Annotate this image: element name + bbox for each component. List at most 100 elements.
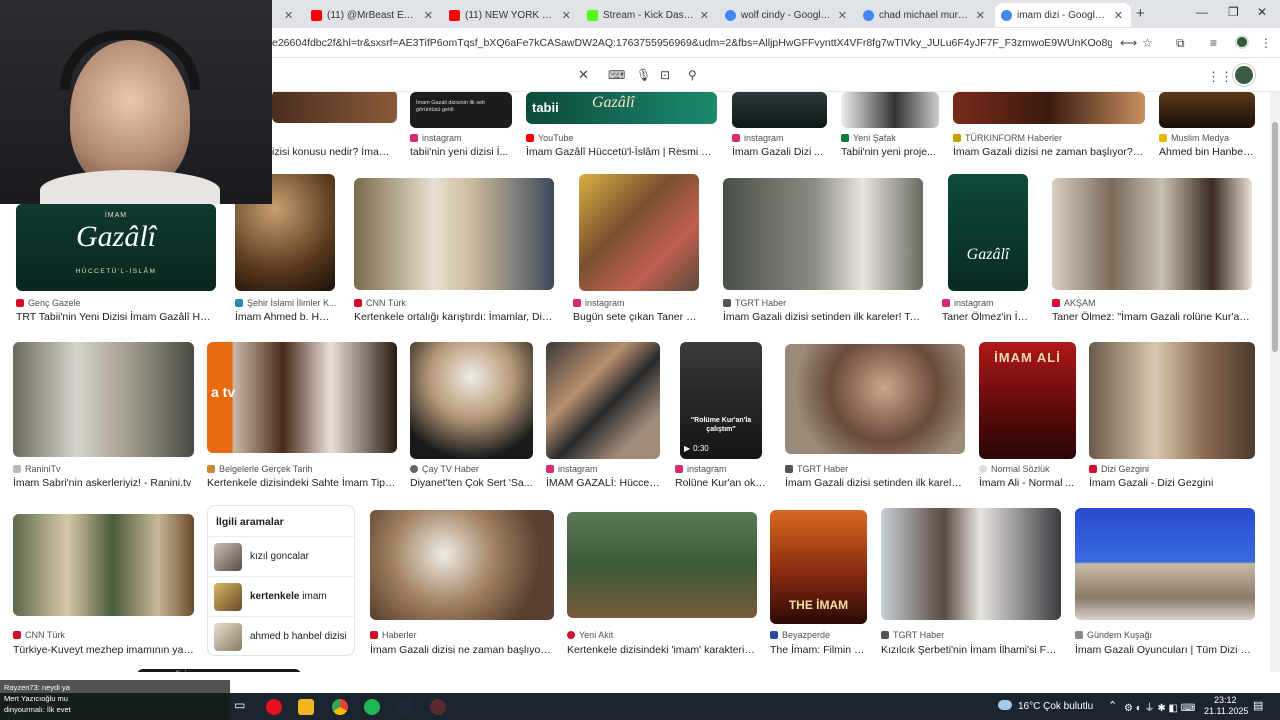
clock-time[interactable]: 23:12: [1214, 695, 1237, 705]
tab-newyork[interactable]: (11) NEW YORK VLOG. - Y ✕: [443, 3, 579, 27]
avatar[interactable]: [1233, 64, 1255, 86]
image-result[interactable]: Dizi Gezgini İmam Gazali - Dizi Gezgini: [1089, 342, 1255, 492]
result-title[interactable]: Taner Ölmez: "İmam Gazali rolüne Kur'an-…: [1052, 311, 1252, 323]
result-thumbnail[interactable]: [953, 92, 1145, 124]
result-title[interactable]: İmam Sabri'nin askerleriyiz! - Ranini.tv: [13, 477, 194, 489]
result-title[interactable]: İmam Gazâlî Hüccetü'l-İslâm | Resmi Fra.…: [526, 146, 717, 158]
image-result[interactable]: TGRT Haber İmam Gazali dizisi setinden i…: [723, 174, 923, 324]
result-thumbnail[interactable]: THE İMAM: [770, 510, 867, 624]
result-title[interactable]: tabii'nin yeni dizisi İ...: [410, 146, 512, 158]
result-thumbnail[interactable]: [1089, 342, 1255, 459]
opera-icon[interactable]: [266, 699, 282, 715]
tab-chad[interactable]: chad michael murray you ✕: [857, 3, 993, 27]
result-title[interactable]: İmam Gazali dizisi ne zaman başlıyor? İ.…: [370, 644, 554, 656]
result-thumbnail[interactable]: [13, 514, 194, 616]
tab-0[interactable]: ✕: [272, 3, 302, 27]
result-thumbnail[interactable]: dizi: [137, 669, 301, 672]
result-thumbnail[interactable]: [567, 512, 757, 618]
tray-icons[interactable]: ⚙ ◐ ⏚ ✱ ◧ ⌨: [1124, 699, 1195, 714]
media-icon[interactable]: ≡: [1210, 36, 1217, 50]
result-thumbnail[interactable]: [881, 508, 1061, 620]
result-thumbnail[interactable]: [354, 178, 554, 290]
image-result[interactable]: İMAM ALİ Normal Sözlük İmam Ali - Normal…: [979, 342, 1076, 492]
result-title[interactable]: Kertenkele dizisindeki 'imam' karakterin…: [567, 644, 757, 656]
image-result[interactable]: Gündem Kuşağı İmam Gazali Oyuncuları | T…: [1075, 508, 1255, 660]
image-result[interactable]: Gazâlî instagram Taner Ölmez'in İm...: [942, 174, 1032, 324]
related-search-item[interactable]: kertenkele imam: [208, 576, 354, 616]
result-title[interactable]: İmam Gazali dizisi setinden ilk kareler!…: [723, 311, 923, 323]
result-thumbnail[interactable]: [370, 510, 554, 620]
page-scrollbar[interactable]: [1270, 92, 1280, 672]
result-title[interactable]: The İmam: Filmin k...: [770, 644, 867, 656]
image-result[interactable]: Yeni Şafak Tabii'nin yeni proje...: [841, 92, 939, 158]
clock-date[interactable]: 21.11.2025: [1204, 706, 1248, 716]
result-title[interactable]: İmam Gazali Oyuncuları | Tüm Dizi Ka...: [1075, 644, 1255, 656]
image-result[interactable]: İmam Gazali dizisinin ilk seti görüntüsü…: [410, 92, 512, 158]
close-icon[interactable]: ✕: [424, 9, 433, 22]
tray-up-icon[interactable]: ⌃: [1108, 699, 1117, 712]
obs-icon[interactable]: [430, 699, 446, 715]
tab-wolf-cindy[interactable]: wolf cindy - Google'da A ✕: [719, 3, 855, 27]
result-title[interactable]: İMAM GAZALİ: Hüccet...: [546, 477, 660, 489]
tab-mrbeast[interactable]: (11) @MrBeast EĞLENCE ✕: [305, 3, 441, 27]
camera-search-icon[interactable]: ⊡: [660, 68, 670, 82]
image-result[interactable]: THE İMAM Beyazperde The İmam: Filmin k..…: [770, 510, 867, 660]
image-result[interactable]: AKŞAM Taner Ölmez: "İmam Gazali rolüne K…: [1052, 174, 1252, 324]
url-text[interactable]: e26604fdbc2f&hl=tr&sxsrf=AE3TifP6omTqsf_…: [272, 37, 1112, 49]
file-explorer-icon[interactable]: [298, 699, 314, 715]
image-result[interactable]: instagram İMAM GAZALİ: Hüccet...: [546, 342, 660, 492]
menu-icon[interactable]: ⋮: [1260, 36, 1272, 50]
result-thumbnail[interactable]: [546, 342, 660, 459]
result-title[interactable]: İmam Ahmed b. Han...: [235, 311, 335, 323]
image-result[interactable]: Çay TV Haber Diyanet'ten Çok Sert 'Sa...: [410, 342, 533, 492]
result-thumbnail[interactable]: İmam Gazali dizisinin ilk seti görüntüsü…: [410, 92, 512, 128]
image-result[interactable]: TGRT Haber İmam Gazali dizisi setinden i…: [785, 342, 965, 492]
minimize-icon[interactable]: —: [1196, 5, 1208, 19]
close-icon[interactable]: ✕: [976, 9, 985, 22]
result-thumbnail[interactable]: [579, 174, 699, 291]
chrome-icon[interactable]: [332, 699, 348, 715]
result-thumbnail[interactable]: [410, 342, 533, 459]
steam-icon[interactable]: [397, 699, 413, 715]
image-result[interactable]: Muslim Medya Ahmed bin Hanbel ...: [1159, 92, 1255, 158]
result-thumbnail[interactable]: tabii Gazâlî: [526, 92, 717, 124]
result-title[interactable]: TRT Tabii'nin Yeni Dizisi İmam Gazâlî Hü…: [16, 311, 216, 323]
image-result[interactable]: "Rolüme Kur'an'la çalıştım" ▶ 0:30 instag…: [675, 342, 767, 492]
result-title[interactable]: Kertenkele ortalığı karıştırdı: İmamlar,…: [354, 311, 554, 323]
image-result[interactable]: tabii Gazâlî YouTube İmam Gazâlî Hüccetü…: [526, 92, 717, 158]
related-search-item[interactable]: ahmed b hanbel dizisi: [208, 616, 354, 656]
result-thumbnail[interactable]: [1159, 92, 1255, 128]
result-thumbnail[interactable]: [1052, 178, 1252, 290]
image-result[interactable]: RaniniTv İmam Sabri'nin askerleriyiz! - …: [13, 342, 194, 492]
close-icon[interactable]: ✕: [284, 9, 293, 22]
translate-icon[interactable]: ⟷: [1120, 36, 1137, 50]
result-thumbnail[interactable]: a tv: [207, 342, 397, 453]
result-thumbnail[interactable]: "Rolüme Kur'an'la çalıştım" ▶ 0:30: [680, 342, 762, 459]
close-icon[interactable]: ✕: [838, 9, 847, 22]
result-thumbnail[interactable]: [732, 92, 827, 128]
tab-kick[interactable]: Stream - Kick Dashboard ✕: [581, 3, 717, 27]
image-result[interactable]: CNN Türk Kertenkele ortalığı karıştırdı:…: [354, 174, 554, 324]
result-thumbnail[interactable]: [272, 92, 397, 123]
result-title[interactable]: Diyanet'ten Çok Sert 'Sa...: [410, 477, 533, 489]
result-title[interactable]: Türkiye-Kuveyt mezhep imamının yaş...: [13, 644, 194, 656]
image-result[interactable]: instagram İmam Gazali Dizi ...: [732, 92, 827, 158]
result-thumbnail[interactable]: [13, 342, 194, 457]
image-result[interactable]: TGRT Haber Kızılcık Şerbeti'nin İmam İlh…: [881, 508, 1061, 660]
result-title[interactable]: Tabii'nin yeni proje...: [841, 146, 939, 158]
image-result[interactable]: CNN Türk Türkiye-Kuveyt mezhep imamının …: [13, 510, 194, 660]
image-result[interactable]: a tv Belgelerle Gerçek Tarih Kertenkele …: [207, 342, 397, 492]
close-window-icon[interactable]: ✕: [1257, 5, 1267, 19]
image-result[interactable]: instagram Bugün sete çıkan Taner Ölm...: [573, 174, 699, 324]
notification-icon[interactable]: ▤: [1253, 699, 1263, 712]
result-title[interactable]: İmam Ali - Normal ...: [979, 477, 1076, 489]
image-result[interactable]: Yeni Akit Kertenkele dizisindeki 'imam' …: [567, 510, 757, 660]
result-title[interactable]: Kızılcık Şerbeti'nin İmam İlhami'si Fati…: [881, 644, 1061, 656]
image-result[interactable]: TÜRKINFORM Haberler İmam Gazali dizisi n…: [953, 92, 1145, 158]
result-thumbnail[interactable]: [841, 92, 939, 128]
result-thumbnail[interactable]: İMAM ALİ: [979, 342, 1076, 459]
search-icon[interactable]: ⚲: [688, 68, 697, 82]
result-title[interactable]: İmam Gazali dizisi setinden ilk kareler!…: [785, 477, 965, 489]
clear-search-icon[interactable]: ✕: [578, 67, 589, 83]
result-thumbnail[interactable]: [723, 178, 923, 290]
